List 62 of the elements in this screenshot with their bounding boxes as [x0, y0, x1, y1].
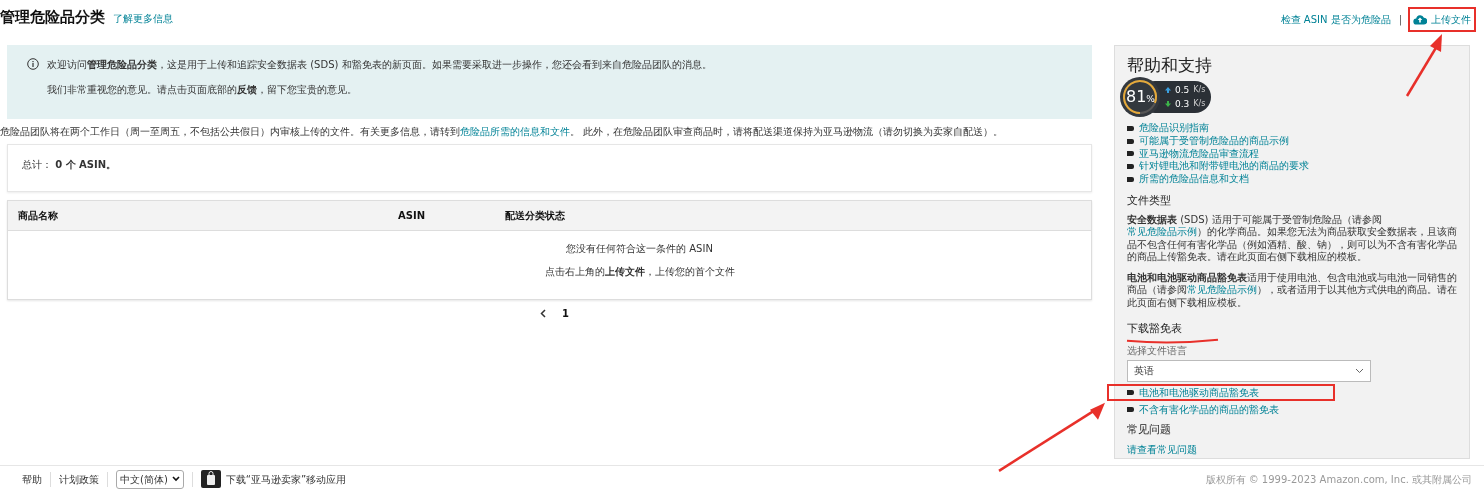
help-link[interactable]: 所需的危险品信息和文档: [1139, 172, 1249, 186]
bullet-icon: [1127, 126, 1134, 132]
app-icon: [200, 470, 221, 489]
chevron-down-icon: [171, 476, 180, 483]
examples-link[interactable]: 常见危险品示例: [1127, 226, 1197, 238]
column-header: ASIN: [398, 209, 427, 224]
empty-message: 点击右上角的上传文件，上传您的首个文件: [544, 266, 735, 278]
speed-unit: K/s: [1193, 84, 1206, 97]
chevron-down-icon: [1355, 367, 1364, 374]
bullet-icon: [1127, 389, 1134, 395]
notice-text: 欢迎访问管理危险品分类，这是用于上传和追踪安全数据表 (SDS) 和豁免表的新页面。如果需要采取进一步操作，您还会看到来自危险品团队的消息。: [47, 58, 712, 73]
description-text: 安全数据表 (SDS) 适用于可能属于受管制危险品（请参阅 常见危险品示例）的化学商品。如果您无法为商品获取安全数据表，且该商品不包含任何有害化学品（例如酒精、酸、钠），则可以为不含有害化学品的商品上传豁免表。请在此页面右侧下载相应的模板。: [1127, 213, 1457, 264]
download-speed: 0.3: [1175, 98, 1190, 112]
review-note: 危险品团队将在两个工作日（周一至周五，不包括公共假日）内审核上传的文件。有关更多信息，请转到危险品所需的信息和文件。 此外，在危险品团队审查商品时，请将配送渠道保持为亚马逊物流（请勿切换为卖家自配送）。: [0, 125, 1005, 139]
language-select[interactable]: 英语: [1127, 359, 1371, 382]
summary-text: 总计： 0 个 ASIN。: [22, 159, 117, 171]
down-arrow-icon: [1165, 101, 1171, 108]
percent-value: 81: [1126, 87, 1147, 107]
page-title: 管理危险品分类: [0, 7, 105, 28]
bullet-icon: [1127, 151, 1134, 157]
help-title: 帮助和支持: [1127, 54, 1213, 77]
field-label: 选择文件语言: [1127, 343, 1188, 358]
section-heading: 下载豁免表: [1127, 321, 1182, 338]
bullet-icon: [1127, 138, 1134, 144]
section-heading: 文件类型: [1127, 193, 1172, 210]
info-link[interactable]: 危险品所需的信息和文件: [460, 126, 570, 138]
help-link[interactable]: 电池和电池驱动商品豁免表: [1139, 386, 1259, 398]
help-link[interactable]: 针对锂电池和附带锂电池的商品的要求: [1139, 160, 1309, 173]
bullet-icon: [1127, 163, 1134, 169]
examples-link[interactable]: 常见危险品示例: [1187, 284, 1257, 296]
page-link[interactable]: 1: [562, 306, 569, 322]
annotation-arrow: [1405, 34, 1442, 97]
highlight-frame: [1408, 7, 1476, 32]
learn-more-link[interactable]: 了解更多信息: [113, 11, 173, 26]
description-text: 电池和电池驱动商品豁免表适用于使用电池、包含电池或与电池一同销售的商品（请参阅常见危险品示例），或者适用于以其他方式供电的商品。请在此页面右侧下载相应模板。: [1127, 271, 1457, 310]
column-header: 商品名称: [17, 209, 59, 224]
language-select[interactable]: 中文(简体): [116, 469, 184, 489]
info-icon: [27, 58, 39, 71]
footer-link[interactable]: 计划政策: [59, 471, 99, 487]
help-link[interactable]: 可能属于受管制危险品的商品示例: [1139, 134, 1289, 148]
previous-page-icon[interactable]: [540, 309, 546, 319]
section-heading: 常见问题: [1127, 421, 1172, 438]
speed-unit: K/s: [1193, 98, 1206, 111]
notice-text: 我们非常重视您的意见。请点击页面底部的反馈，留下您宝贵的意见。: [47, 84, 357, 96]
empty-message: 您没有任何符合这一条件的 ASIN: [566, 243, 713, 255]
copyright-text: 版权所有 © 1999-2023 Amazon.com, Inc. 或其附属公司: [1205, 472, 1472, 487]
faq-link[interactable]: 请查看常见问题: [1127, 444, 1197, 456]
bullet-icon: [1127, 406, 1134, 412]
bullet-icon: [1127, 176, 1134, 182]
separator: |: [1398, 13, 1402, 27]
cloud-upload-icon: [1413, 14, 1427, 25]
app-download-link[interactable]: 下载“亚马逊卖家”移动应用: [225, 471, 347, 487]
footer-link[interactable]: 帮助: [22, 471, 42, 487]
upload-link[interactable]: 上传文件: [1410, 10, 1474, 29]
up-arrow-icon: [1165, 87, 1171, 94]
check-asin-link[interactable]: 检查 ASIN 是否为危险品: [1280, 12, 1391, 27]
column-header: 配送分类状态: [505, 209, 565, 224]
help-link[interactable]: 亚马逊物流危险品审查流程: [1139, 147, 1259, 161]
upload-speed: 0.5: [1175, 84, 1190, 98]
help-link[interactable]: 不含有害化学品的商品的豁免表: [1139, 403, 1279, 415]
percent-unit: %: [1146, 94, 1155, 105]
help-link[interactable]: 危险品识别指南: [1139, 122, 1209, 135]
